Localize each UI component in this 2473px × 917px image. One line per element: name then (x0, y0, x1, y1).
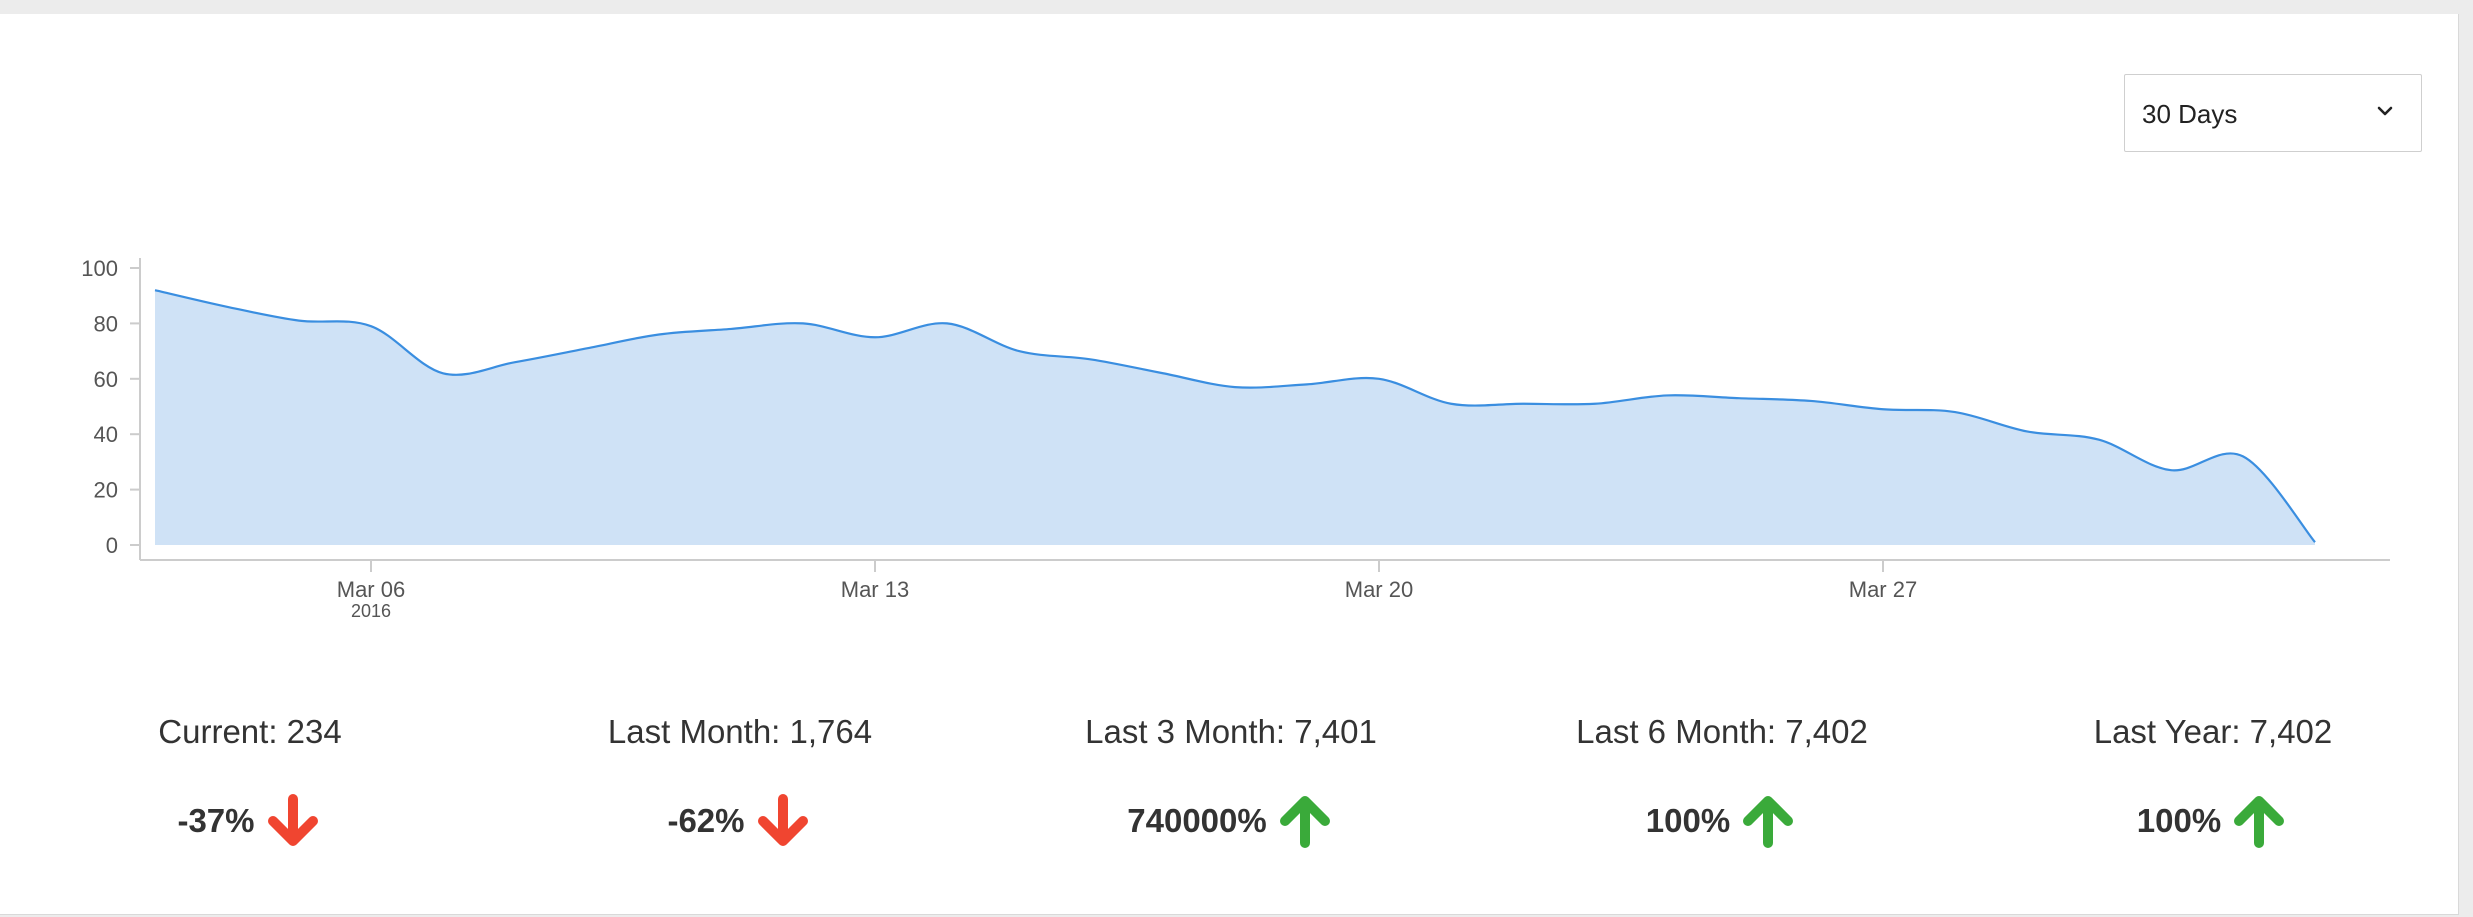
arrow-down-icon (267, 794, 318, 846)
data-point (297, 319, 301, 323)
data-point (369, 324, 373, 328)
data-point (1737, 396, 1741, 400)
y-tick-label: 100 (81, 256, 118, 281)
y-tick-label: 60 (94, 367, 118, 392)
y-tick-label: 40 (94, 422, 118, 447)
data-point (441, 371, 445, 375)
data-point (945, 321, 949, 325)
data-point (585, 346, 589, 350)
y-tick-label: 80 (94, 311, 118, 336)
data-point (1881, 407, 1885, 411)
arrow-up-icon (1743, 796, 1794, 848)
y-tick-label: 0 (106, 533, 118, 558)
data-point (1377, 377, 1381, 381)
data-point (1449, 402, 1453, 406)
data-point (1305, 382, 1309, 386)
data-point (657, 332, 661, 336)
data-point (1953, 410, 1957, 414)
data-point (1161, 371, 1165, 375)
stat-title: Last 6 Month: 7,402 (1576, 713, 1868, 750)
stat-change: -62% (490, 791, 990, 851)
data-point (1233, 385, 1237, 389)
data-point (1017, 349, 1021, 353)
x-tick-sublabel: 2016 (351, 601, 391, 621)
stat-change: 100% (1963, 791, 2463, 851)
stat-percent: 740000% (1127, 802, 1267, 839)
stat-change: 100% (1472, 791, 1972, 851)
data-point (2025, 429, 2029, 433)
stat-percent: 100% (2136, 802, 2222, 839)
stat-change: 740000% (981, 791, 1481, 851)
stat-title: Current: 234 (158, 713, 342, 750)
arrow-up-icon (2234, 796, 2285, 848)
series-area (155, 290, 2315, 545)
x-tick-label: Mar 27 (1849, 577, 1917, 602)
stat-percent: -62% (667, 802, 745, 839)
data-point (2097, 438, 2101, 442)
x-tick-label: Mar 06 (337, 577, 405, 602)
data-point (1809, 399, 1813, 403)
data-point (1089, 357, 1093, 361)
data-point (1593, 402, 1597, 406)
data-point (1665, 393, 1669, 397)
stat-percent: 100% (1645, 802, 1731, 839)
data-point (225, 305, 229, 309)
stat-percent: -37% (177, 802, 255, 839)
area-chart: 0 20 40 60 80 100 Mar 062016 Mar 13 Mar 20 Mar 27 (81, 256, 2390, 621)
data-point (2313, 540, 2317, 544)
x-tick-label: Mar 13 (841, 577, 909, 602)
arrow-up-icon (1279, 796, 1330, 848)
data-point (801, 321, 805, 325)
data-point (873, 335, 877, 339)
data-point (729, 327, 733, 331)
x-tick-label: Mar 20 (1345, 577, 1413, 602)
data-point (1521, 402, 1525, 406)
stat-title: Last Month: 1,764 (607, 713, 873, 750)
data-point (513, 360, 517, 364)
stat-title: Last 3 Month: 7,401 (1085, 713, 1377, 750)
data-point (153, 288, 157, 292)
y-tick-label: 20 (94, 478, 118, 503)
arrow-down-icon (757, 794, 808, 846)
data-point (2241, 454, 2245, 458)
data-point (2169, 468, 2173, 472)
stat-change: -37% (0, 791, 500, 851)
stat-title: Last Year: 7,402 (2093, 713, 2333, 750)
